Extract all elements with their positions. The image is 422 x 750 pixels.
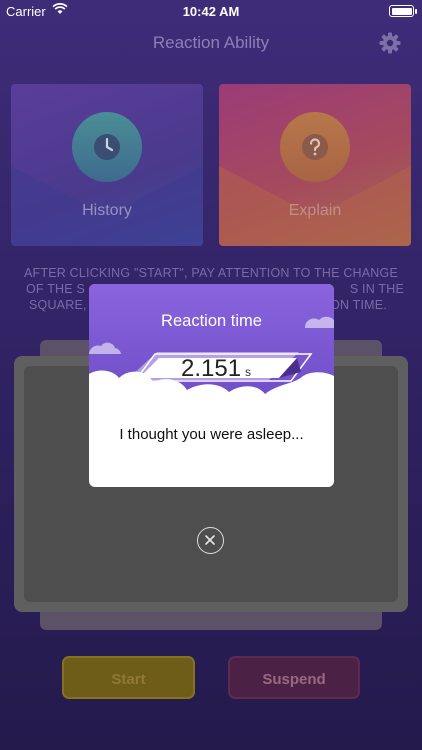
close-icon: [205, 535, 215, 545]
reaction-time-value: 2.151: [181, 355, 242, 382]
instructions-line-3-end: ON TIME.: [330, 298, 387, 312]
battery-icon: [389, 5, 414, 17]
gear-icon[interactable]: [378, 31, 402, 55]
cloud-decoration: [89, 316, 334, 424]
instructions-line-2-end: S IN THE: [349, 282, 404, 296]
reaction-result-modal: Reaction time 2.151 s I thought you were…: [89, 284, 334, 487]
close-button[interactable]: [197, 527, 224, 554]
start-button[interactable]: Start: [62, 656, 195, 699]
reaction-time-unit: s: [245, 365, 251, 379]
explain-tile[interactable]: Explain: [219, 84, 411, 246]
history-tile[interactable]: History: [11, 84, 203, 246]
instructions-line-3-start: SQUARE,: [29, 298, 87, 312]
status-time: 10:42 AM: [182, 4, 240, 19]
status-bar: Carrier 10:42 AM: [0, 0, 422, 22]
suspend-button[interactable]: Suspend: [228, 656, 360, 699]
question-icon-badge: [280, 112, 350, 182]
page-title: Reaction Ability: [152, 33, 270, 52]
screen: Carrier 10:42 AM Reaction Ability Histor…: [0, 0, 422, 750]
modal-title: Reaction time: [161, 312, 262, 330]
explain-label: Explain: [288, 202, 342, 219]
battery-tip: [415, 9, 417, 14]
clock-icon-badge: [72, 112, 142, 182]
instructions-line-1: AFTER CLICKING "START", PAY ATTENTION TO…: [24, 266, 398, 280]
modal-message: I thought you were asleep...: [119, 426, 304, 443]
question-icon: [302, 134, 328, 160]
clock-icon: [94, 134, 120, 160]
instructions-line-2-start: OF THE S: [26, 282, 86, 296]
history-label: History: [82, 202, 132, 219]
